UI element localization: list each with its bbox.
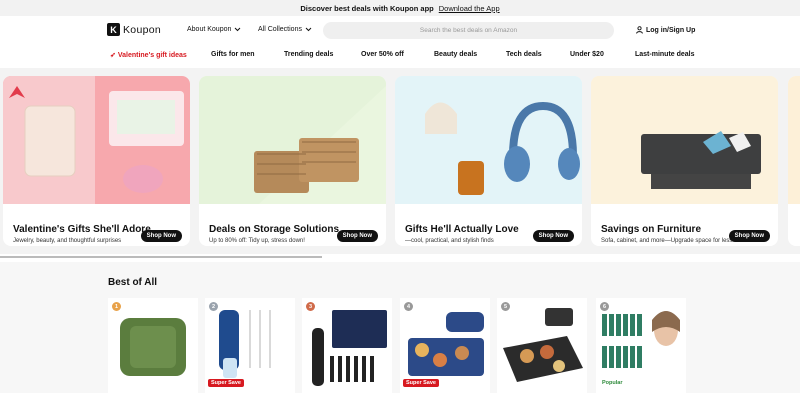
category-gifts-men[interactable]: Gifts for men [211, 51, 255, 58]
hero-card-gifts-him[interactable]: Gifts He'll Actually Love —cool, practic… [395, 76, 582, 246]
shop-now-button[interactable]: Shop Now [532, 230, 574, 242]
card-subtitle: Up to 80% off: Tidy up, stress down! [209, 238, 305, 244]
card-subtitle: Sofa, cabinet, and more—Upgrade space fo… [601, 238, 733, 244]
product-card[interactable]: 1 [108, 298, 198, 393]
card-subtitle: —cool, practical, and stylish finds [405, 238, 494, 244]
headphones-gift-image [395, 76, 582, 204]
rank-badge: 3 [306, 302, 315, 311]
hero-image [3, 76, 190, 204]
category-tech[interactable]: Tech deals [506, 51, 542, 58]
hero-card-valentines[interactable]: Valentine's Gifts She'll Adore Jewelry, … [3, 76, 190, 246]
rank-badge: 2 [209, 302, 218, 311]
logo[interactable]: K Koupon [107, 23, 161, 36]
pajamas-gift-image [3, 76, 184, 204]
collections-dropdown[interactable]: All Collections [258, 26, 312, 33]
rank-badge: 1 [112, 302, 121, 311]
rank-badge: 4 [404, 302, 413, 311]
shop-now-button[interactable]: Shop Now [140, 230, 182, 242]
category-label: Valentine's gift ideas [117, 52, 187, 59]
super-save-badge: Super Save [403, 379, 439, 387]
section-title: Best of All [108, 277, 158, 288]
carousel-scrollbar[interactable] [0, 256, 322, 258]
top-banner: Discover best deals with Koupon app Down… [0, 0, 800, 16]
category-beauty[interactable]: Beauty deals [434, 51, 477, 58]
hero-image [395, 76, 582, 204]
header: K Koupon About Koupon All Collections Se… [0, 16, 800, 46]
hero-image [199, 76, 386, 204]
category-under-20[interactable]: Under $20 [570, 51, 604, 58]
card-title: Savings on Furniture [601, 224, 702, 235]
hero-card-storage[interactable]: Deals on Storage Solutions Up to 80% off… [199, 76, 386, 246]
card-title: Deals on Storage Solutions [209, 224, 340, 235]
user-icon [636, 26, 643, 34]
category-valentines[interactable]: ➶ Valentine's gift ideas [110, 51, 187, 59]
product-card[interactable]: 3 [302, 298, 392, 393]
download-app-link[interactable]: Download the App [439, 4, 500, 13]
pillow-image [120, 318, 186, 376]
hero-image [591, 76, 778, 204]
login-label: Log in/Sign Up [646, 26, 696, 34]
hero-card-partial[interactable] [788, 76, 800, 246]
product-card[interactable]: 2 Super Save [205, 298, 295, 393]
category-trending[interactable]: Trending deals [284, 51, 333, 58]
shop-now-button[interactable]: Shop Now [728, 230, 770, 242]
about-label: About Koupon [187, 26, 232, 33]
about-dropdown[interactable]: About Koupon [187, 26, 241, 33]
hero-carousel: Valentine's Gifts She'll Adore Jewelry, … [0, 68, 800, 254]
hero-image [788, 76, 800, 204]
card-title: Valentine's Gifts She'll Adore [13, 224, 151, 235]
shop-now-button[interactable]: Shop Now [336, 230, 378, 242]
gift-icon: ➶ [110, 52, 116, 59]
baskets-image [199, 76, 386, 204]
food-tray-image [503, 308, 583, 382]
banner-text: Discover best deals with Koupon app [300, 3, 434, 13]
logo-text: Koupon [123, 23, 162, 36]
product-card[interactable]: 5 [497, 298, 587, 393]
product-card[interactable]: 4 Super Save [400, 298, 490, 393]
rank-badge: 5 [501, 302, 510, 311]
search-input[interactable]: Search the best deals on Amazon [323, 22, 614, 39]
sofa-image [591, 76, 778, 204]
hero-card-furniture[interactable]: Savings on Furniture Sofa, cabinet, and … [591, 76, 778, 246]
card-subtitle: Jewelry, beauty, and thoughtful surprise… [13, 238, 122, 244]
logo-icon: K [107, 23, 120, 36]
category-nav: ➶ Valentine's gift ideas Gifts for men T… [0, 46, 800, 64]
super-save-badge: Super Save [208, 379, 244, 387]
chevron-down-icon [305, 27, 312, 32]
popular-badge: Popular [602, 380, 623, 386]
category-over-50[interactable]: Over 50% off [361, 51, 404, 58]
toothbrush-image [312, 310, 387, 386]
collections-label: All Collections [258, 26, 302, 33]
chevron-down-icon [235, 27, 241, 32]
product-card[interactable]: 6 Popular [596, 298, 686, 393]
login-button[interactable]: Log in/Sign Up [636, 26, 695, 34]
best-of-all-section: Best of All 1 2 Super Save 3 4 Super Sav… [0, 262, 800, 393]
card-title: Gifts He'll Actually Love [405, 224, 519, 235]
rank-badge: 6 [600, 302, 609, 311]
category-last-minute[interactable]: Last-minute deals [635, 51, 695, 58]
